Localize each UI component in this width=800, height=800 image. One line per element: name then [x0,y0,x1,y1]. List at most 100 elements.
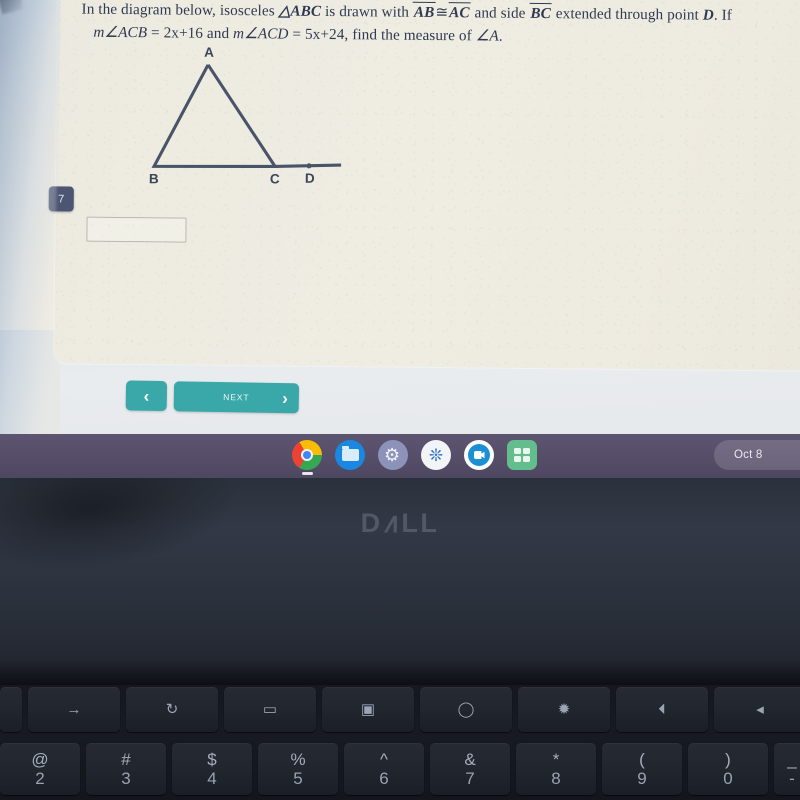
key-6[interactable]: ^ 6 [344,743,424,795]
key-6-digit: 6 [379,769,389,788]
question-line2-period: . [498,27,503,45]
chromeos-shelf: ⚙ ❊ Oct 8 [0,434,800,478]
chevron-right-icon: › [282,388,289,408]
mute-icon: ⏴ [658,701,666,718]
point-d-symbol: D [702,6,714,24]
laptop-bezel: D∧LL [0,478,800,685]
chevron-left-icon: ‹ [143,386,150,406]
chrome-icon[interactable] [292,440,322,470]
classroom-emblem-glyph: ❊ [428,445,444,465]
key-4-symbol: $ [207,750,217,769]
triangle-abc-symbol: △ABC [278,2,322,20]
key-9-digit: 9 [637,769,647,788]
point-d-marker [306,163,312,169]
shelf-app-icons: ⚙ ❊ [292,440,537,470]
dell-logo-ll: LL [401,508,440,538]
navigation-controls: ‹ NEXT › [125,380,300,414]
key-8[interactable]: * 8 [516,743,596,795]
triangle-outline [151,63,278,169]
key-0-symbol: ) [725,750,731,769]
question-line1-a: In the diagram below, isosceles [81,0,279,20]
key-4[interactable]: $4 [172,743,252,795]
volume-key[interactable]: ◂ [714,687,800,732]
key-3-symbol: # [121,750,131,769]
key-8-symbol: * [552,750,560,769]
segment-bc-symbol: BC [530,4,552,23]
key-2[interactable]: @2 [0,743,80,795]
forward-icon: → [66,701,82,718]
overview-key[interactable]: ▣ [322,687,414,732]
key-5-digit: 5 [293,769,303,788]
question-line1-c: and side [470,4,530,22]
answer-input[interactable] [86,216,187,243]
brightness-down-key[interactable]: ◯ [420,687,512,732]
keyboard-number-row: @2 #3 $4% 5 ^ 6 & 7 * 8(9) 0 _ - [0,743,800,795]
overview-icon: ▣ [360,701,376,718]
previous-button[interactable]: ‹ [125,380,168,412]
triangle-diagram: A B C D [78,35,370,198]
key-8-digit: 8 [551,769,561,788]
video-camera-glyph [468,444,490,466]
key-2-symbol: @ [31,750,49,769]
question-line1-d: extended through point [551,5,703,24]
files-icon[interactable] [335,440,365,470]
key-0[interactable]: ) 0 [688,743,768,795]
folder-glyph [341,446,359,461]
key-minus-digit: - [789,769,795,788]
key-9[interactable]: (9 [602,743,682,795]
dell-logo: D∧LL [0,508,800,539]
volume-icon: ◂ [756,701,764,718]
gear-glyph: ⚙ [384,445,401,465]
shelf-status-area[interactable]: Oct 8 [714,440,800,470]
key-9-symbol: ( [639,750,645,769]
meet-camera-icon[interactable] [464,440,494,470]
key-3[interactable]: #3 [86,743,166,795]
next-button[interactable]: NEXT › [173,381,300,414]
brightness-down-icon: ◯ [457,701,475,718]
fullscreen-icon: ▭ [262,701,278,718]
vertex-label-a: A [204,44,215,60]
question-line1-b: is drawn with [321,2,413,21]
laptop-photo: In the diagram below, isosceles △ABC is … [0,0,800,800]
laptop-keyboard: → ↻ ▭ ▣ ◯ ✹ ⏴ ◂ @2 #3 $4% 5 ^ 6 & 7 * 8(9) 0 _ - [0,685,800,800]
segment-ac-symbol: AC [449,4,470,22]
key-2-digit: 2 [35,769,45,788]
key-5-symbol: % [290,750,306,769]
key-4-digit: 4 [207,769,217,788]
grid-glyph [514,448,530,462]
key-7[interactable]: & 7 [430,743,510,795]
question-line1-e: . If [713,6,733,24]
fullscreen-key[interactable]: ▭ [224,687,316,732]
question-card: In the diagram below, isosceles △ABC is … [48,0,800,414]
brightness-up-key[interactable]: ✹ [518,687,610,732]
key-6-symbol: ^ [380,750,388,769]
chrome-active-indicator [302,472,313,475]
status-date: Oct 8 [734,449,763,461]
classroom-icon[interactable]: ❊ [421,440,451,470]
congruent-symbol: ≅ [435,4,449,22]
key-7-digit: 7 [465,769,475,788]
key-5[interactable]: % 5 [258,743,338,795]
brightness-up-icon: ✹ [557,701,571,718]
vertex-label-b: B [148,171,159,187]
keyboard-function-row: → ↻ ▭ ▣ ◯ ✹ ⏴ ◂ [0,687,800,732]
forward-key[interactable]: → [28,687,120,732]
angle-a-symbol: ∠A [475,27,499,45]
screen-glare-band [0,0,61,451]
key-minus-symbol: _ [787,750,797,769]
laptop-screen: In the diagram below, isosceles △ABC is … [0,0,800,480]
vertex-label-c: C [269,171,280,187]
apps-grid-icon[interactable] [507,440,537,470]
key-7-symbol: & [464,750,476,769]
mute-key[interactable]: ⏴ [616,687,708,732]
key-0-digit: 0 [723,769,733,788]
reload-icon: ↻ [165,701,179,718]
key-3-digit: 3 [121,769,131,788]
partial-key-left[interactable] [0,687,22,732]
segment-ab-symbol: AB [413,3,435,21]
key-minus[interactable]: _ - [774,743,800,795]
triangle-diagram-svg [151,63,342,169]
vertex-label-d: D [304,170,315,186]
settings-icon[interactable]: ⚙ [378,440,408,470]
reload-key[interactable]: ↻ [126,687,218,732]
